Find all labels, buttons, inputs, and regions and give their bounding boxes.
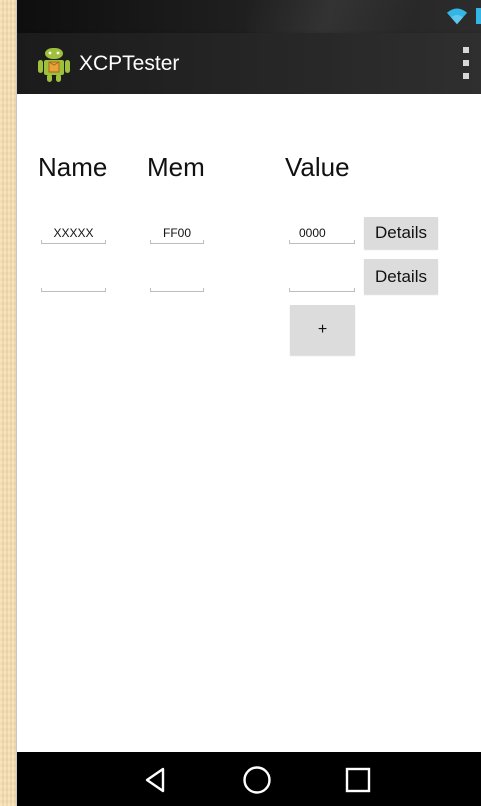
- navigation-bar: [17, 752, 481, 806]
- back-icon[interactable]: [141, 765, 171, 795]
- home-icon[interactable]: [242, 765, 272, 795]
- android-icon: [38, 48, 70, 82]
- recents-icon[interactable]: [343, 765, 373, 795]
- status-bar: [17, 0, 481, 33]
- overflow-menu-icon[interactable]: [460, 47, 472, 79]
- mem-input-row-2[interactable]: [150, 272, 204, 294]
- add-row-button[interactable]: +: [290, 305, 355, 355]
- value-input-row-1[interactable]: 0000: [289, 224, 355, 246]
- column-header-value: Value: [285, 152, 350, 182]
- mem-input-row-1[interactable]: FF00: [150, 224, 204, 246]
- wifi-icon: [446, 8, 468, 25]
- details-button-row-1[interactable]: Details: [364, 217, 438, 249]
- name-input-row-2[interactable]: [41, 272, 106, 294]
- android-device-screen: XCPTester Name Mem Value XXXXX FF00 0000…: [16, 0, 481, 806]
- column-header-mem: Mem: [147, 152, 205, 182]
- column-header-name: Name: [38, 152, 108, 182]
- value-input-row-2[interactable]: [289, 272, 355, 294]
- details-button-row-2[interactable]: Details: [364, 259, 438, 294]
- name-input-row-1[interactable]: XXXXX: [41, 224, 106, 246]
- action-bar: XCPTester: [17, 33, 481, 94]
- app-title: XCPTester: [79, 52, 180, 75]
- battery-icon: [476, 8, 481, 24]
- main-content: Name Mem Value XXXXX FF00 0000 Details D…: [17, 94, 481, 752]
